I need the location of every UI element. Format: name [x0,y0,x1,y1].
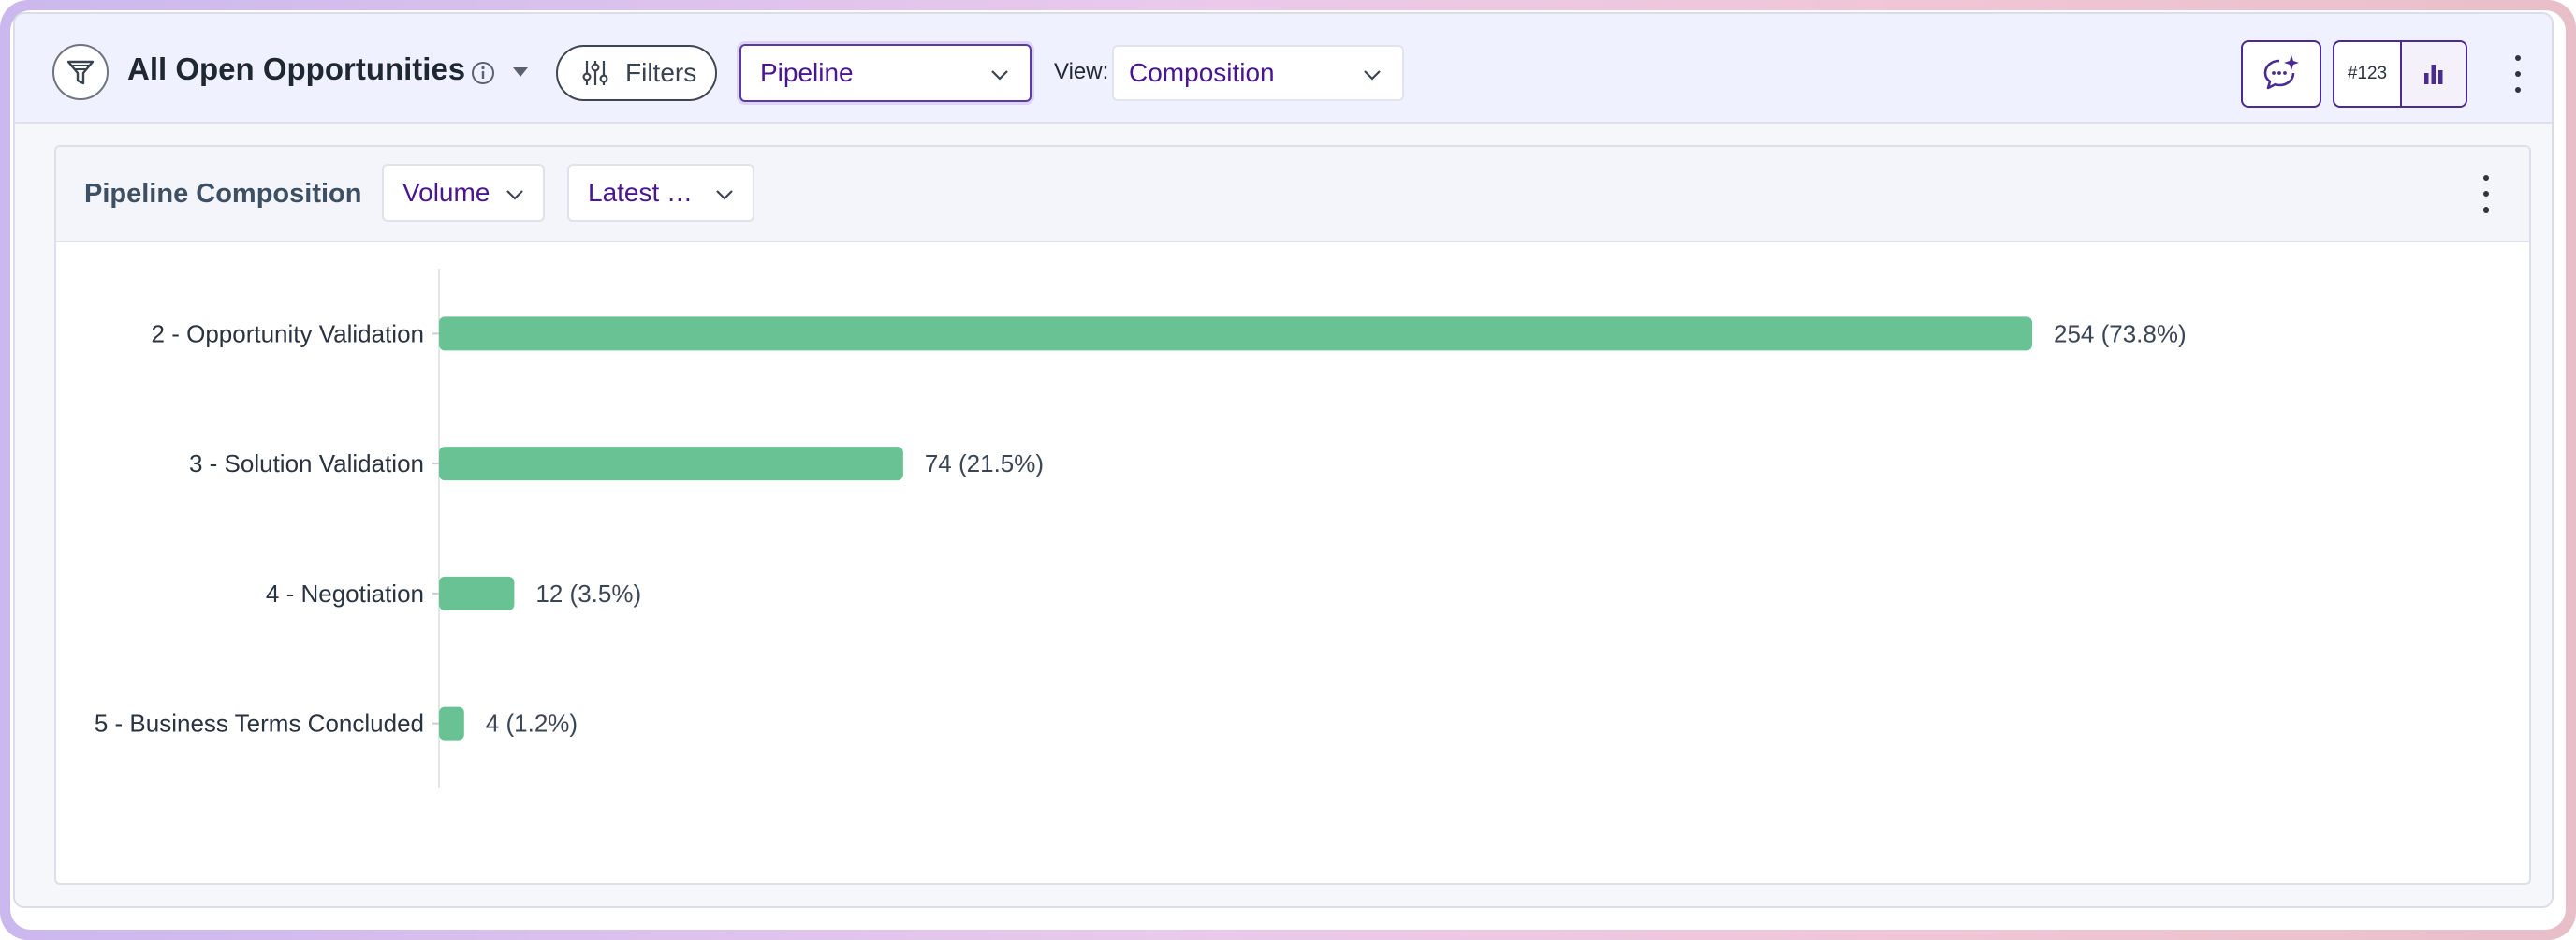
period-select[interactable]: Latest … [567,164,754,222]
view-select-value: Composition [1129,58,1275,87]
metric-select-value: Volume [402,178,490,207]
panel-header: All Open Opportunities Filters Pipeline … [15,14,2552,124]
view-select[interactable]: Composition [1112,45,1404,101]
data-label: 254 (73.8%) [2054,319,2187,347]
card-menu-icon[interactable] [2475,175,2497,213]
number-view-toggle[interactable]: #123 [2334,42,2402,106]
view-label: View: [1054,59,1109,84]
bar [439,447,903,481]
composition-bar-chart: 2 - Opportunity Validation 254 (73.8%) 3 -… [95,269,2187,788]
card-header: Pipeline Composition Volume Latest … [56,147,2529,242]
metric-select[interactable]: Volume [382,164,545,222]
assistant-button[interactable] [2241,40,2321,108]
data-label: 4 (1.2%) [486,710,578,738]
sliders-icon [582,61,608,85]
pipeline-composition-card: Pipeline Composition Volume Latest … 2 -… [54,145,2531,885]
chevron-down-icon [991,70,1008,81]
category-label: 5 - Business Terms Concluded [95,710,424,738]
category-label: 3 - Solution Validation [189,449,424,477]
chat-sparkle-icon [2263,55,2299,90]
info-icon[interactable] [470,60,496,86]
display-toggle: #123 [2333,40,2467,108]
caret-down-icon[interactable] [511,65,530,80]
category-label: 4 - Negotiation [266,580,424,608]
dashboard-panel: All Open Opportunities Filters Pipeline … [13,12,2554,908]
category-select[interactable]: Pipeline [739,44,1032,102]
chart-view-toggle[interactable] [2402,42,2466,106]
data-label: 74 (21.5%) [925,449,1044,477]
filters-label: Filters [625,58,697,87]
bar [439,706,464,741]
filters-button[interactable]: Filters [556,45,717,101]
page-title: All Open Opportunities [127,51,466,86]
chevron-down-icon [506,190,523,200]
funnel-icon [52,44,109,100]
kebab-icon[interactable] [2507,55,2529,93]
bar [439,576,515,610]
data-label: 12 (3.5%) [535,580,641,608]
bar [439,316,2032,351]
bar-chart-icon [2424,65,2443,84]
category-label: 2 - Opportunity Validation [152,319,424,347]
chevron-down-icon [716,190,733,200]
category-select-value: Pipeline [760,58,854,87]
chevron-down-icon [1364,70,1381,81]
card-title: Pipeline Composition [84,179,362,209]
period-select-value: Latest … [588,178,694,207]
